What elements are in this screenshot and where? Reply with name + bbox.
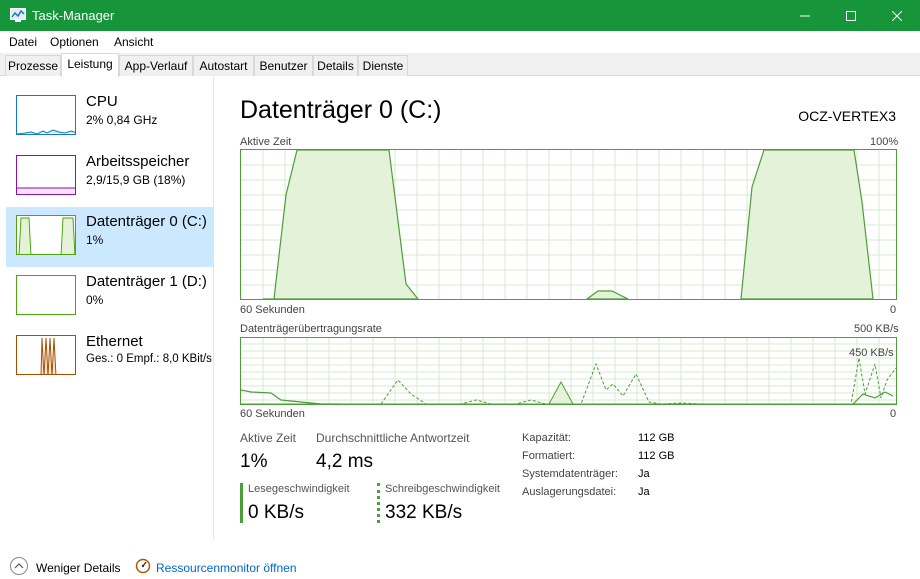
resource-item-disk1[interactable]: Datenträger 1 (D:) 0% (6, 267, 214, 327)
detail-key: Systemdatenträger: (522, 468, 618, 480)
maximize-button[interactable] (828, 0, 874, 31)
menu-optionen[interactable]: Optionen (50, 35, 99, 49)
close-button[interactable] (874, 0, 920, 31)
resource-name: Datenträger 0 (C:) (86, 213, 207, 230)
graph1-max: 100% (870, 136, 899, 148)
detail-value: 112 GB (638, 432, 675, 444)
resource-item-memory[interactable]: Arbeitsspeicher 2,9/15,9 GB (18%) (6, 147, 214, 207)
resource-value: 1% (86, 233, 104, 247)
cpu-thumbnail (16, 95, 76, 135)
maximize-icon (846, 10, 856, 21)
detail-value: Ja (638, 468, 650, 480)
transfer-rate-graph: 450 KB/s (240, 337, 897, 405)
window-title: Task-Manager (32, 8, 115, 23)
resource-monitor-link[interactable]: Ressourcenmonitor öffnen (156, 561, 297, 575)
graph1-xlabel-right: 0 (890, 304, 897, 316)
fewer-details-link[interactable]: Weniger Details (36, 561, 120, 575)
resource-name: CPU (86, 93, 118, 110)
tab-dienste[interactable]: Dienste (358, 55, 408, 76)
resource-item-disk0[interactable]: Datenträger 0 (C:) 1% (6, 207, 214, 267)
graph2-xlabel-left: 60 Sekunden (240, 408, 305, 420)
resource-value: Ges.: 0 Empf.: 8,0 KBit/s (86, 353, 212, 365)
read-speed-value: 0 KB/s (248, 502, 304, 523)
footer: Weniger Details Ressourcenmonitor öffnen (0, 553, 920, 579)
resource-value: 0% (86, 293, 104, 307)
graph2-max: 500 KB/s (854, 323, 899, 335)
write-speed-indicator (377, 483, 380, 523)
tab-bar: Prozesse Leistung App-Verlauf Autostart … (0, 53, 920, 77)
resource-item-ethernet[interactable]: Ethernet Ges.: 0 Empf.: 8,0 KBit/s (6, 327, 214, 387)
collapse-button[interactable] (10, 557, 28, 575)
active-time-value: 1% (240, 451, 268, 472)
title-bar: Task-Manager (0, 0, 920, 31)
tab-leistung[interactable]: Leistung (61, 53, 119, 77)
disk-model: OCZ-VERTEX3 (798, 108, 896, 124)
minimize-icon (800, 15, 810, 16)
resource-monitor-icon (135, 558, 151, 574)
graph2-xlabel-right: 0 (890, 408, 897, 420)
task-manager-icon (10, 8, 26, 22)
avg-response-value: 4,2 ms (316, 451, 374, 472)
chevron-up-icon (14, 563, 24, 569)
detail-value: Ja (638, 486, 650, 498)
memory-thumbnail (16, 155, 76, 195)
ethernet-thumbnail (16, 335, 76, 375)
write-speed-value: 332 KB/s (385, 502, 463, 523)
graph2-inner-label: 450 KB/s (849, 347, 894, 359)
resource-name: Datenträger 1 (D:) (86, 273, 207, 290)
tab-autostart[interactable]: Autostart (193, 55, 254, 76)
disk0-thumbnail (16, 215, 76, 255)
tab-details[interactable]: Details (313, 55, 358, 76)
close-icon (892, 10, 902, 21)
write-speed-label: Schreibgeschwindigkeit (385, 483, 500, 495)
detail-key: Kapazität: (522, 432, 571, 444)
avg-response-label: Durchschnittliche Antwortzeit (316, 431, 470, 445)
tab-benutzer[interactable]: Benutzer (254, 55, 313, 76)
detail-key: Formatiert: (522, 450, 576, 462)
resource-value: 2% 0,84 GHz (86, 113, 158, 127)
disk1-thumbnail (16, 275, 76, 315)
active-time-chart (241, 149, 896, 300)
active-time-graph (240, 149, 897, 300)
resource-value: 2,9/15,9 GB (18%) (86, 173, 186, 187)
active-time-label: Aktive Zeit (240, 431, 297, 445)
resource-name: Arbeitsspeicher (86, 153, 190, 170)
resource-name: Ethernet (86, 333, 143, 350)
detail-key: Auslagerungsdatei: (522, 486, 617, 498)
minimize-button[interactable] (782, 0, 828, 31)
read-speed-indicator (240, 483, 243, 523)
resource-item-cpu[interactable]: CPU 2% 0,84 GHz (6, 87, 214, 147)
page-title: Datenträger 0 (C:) (240, 96, 442, 124)
transfer-rate-chart (240, 338, 897, 405)
menu-bar: Datei Optionen Ansicht (0, 31, 920, 53)
menu-ansicht[interactable]: Ansicht (114, 35, 153, 49)
detail-value: 112 GB (638, 450, 675, 462)
menu-datei[interactable]: Datei (9, 35, 37, 49)
resource-list: CPU 2% 0,84 GHz Arbeitsspeicher 2,9/15,9… (0, 77, 214, 539)
graph1-xlabel-left: 60 Sekunden (240, 304, 305, 316)
graph2-label: Datenträgerübertragungsrate (240, 323, 382, 335)
graph1-label: Aktive Zeit (240, 136, 292, 148)
tab-prozesse[interactable]: Prozesse (5, 55, 61, 76)
tab-app-verlauf[interactable]: App-Verlauf (119, 55, 193, 76)
read-speed-label: Lesegeschwindigkeit (248, 483, 350, 495)
